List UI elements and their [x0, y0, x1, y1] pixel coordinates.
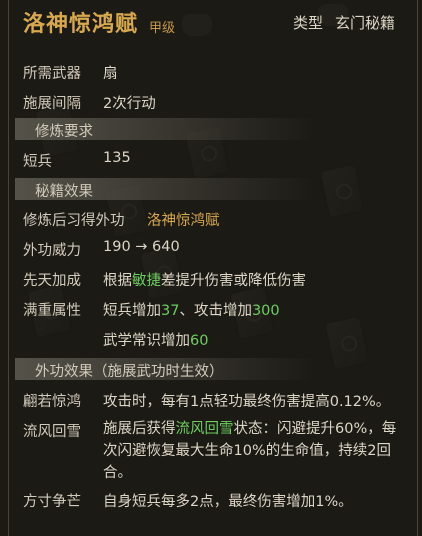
item-name: 洛神惊鸿赋	[23, 12, 139, 37]
learn-label: 修炼后习得外功	[23, 213, 125, 229]
full-2-pre: 武学常识增加	[103, 333, 190, 349]
bonus-stat: 敏捷	[132, 273, 161, 289]
weapon-label: 所需武器	[23, 66, 81, 82]
power-label: 外功威力	[23, 243, 81, 259]
section-effects-title: 秘籍效果	[35, 184, 93, 200]
section-requirements: 修炼要求	[15, 118, 315, 140]
power-value: 190 → 640	[103, 239, 180, 255]
type-value: 玄门秘籍	[335, 14, 396, 32]
section-requirements-title: 修炼要求	[35, 124, 93, 140]
full-1-mid: 、攻击增加	[179, 303, 252, 319]
effect-2-name: 流风回雪	[175, 421, 234, 437]
type-label: 类型	[293, 14, 324, 32]
full-line-2: 武学常识增加60	[103, 329, 208, 350]
learn-value: 洛神惊鸿赋	[147, 213, 220, 229]
item-grade: 甲级	[149, 21, 176, 36]
effect-3-text: 自身短兵每多2点，最终伤害增加1%。	[103, 494, 353, 510]
section-effects: 秘籍效果	[15, 178, 315, 200]
requirement-label: 短兵	[23, 154, 52, 170]
bonus-label: 先天加成	[23, 273, 81, 289]
bonus-post: 差提升伤害或降低伤害	[161, 273, 306, 289]
effect-1-text: 攻击时，每有1点轻功最终伤害提高0.12%。	[103, 394, 391, 410]
bonus-text: 根据敏捷差提升伤害或降低伤害	[103, 269, 306, 290]
item-tooltip: 洛神惊鸿赋 甲级 类型 玄门秘籍 所需武器 扇 施展间隔 2次行动 修炼要求 短…	[8, 0, 418, 536]
effect-2-label: 流风回雪	[23, 424, 81, 440]
bonus-pre: 根据	[103, 273, 132, 289]
full-label: 满重属性	[23, 303, 81, 319]
full-1-num: 37	[161, 303, 180, 319]
interval-value: 2次行动	[103, 96, 156, 112]
requirement-value: 135	[103, 150, 131, 166]
full-1-pre: 短兵增加	[103, 303, 161, 319]
effect-2-pre: 施展后获得	[103, 421, 176, 437]
section-outer: 外功效果（施展武功时生效）	[15, 358, 315, 380]
effect-2-text: 施展后获得流风回雪状态：闪避提升60%，每次闪避恢复最大生命10%的生命值，持续…	[103, 418, 403, 484]
full-line-1: 短兵增加37、攻击增加300	[103, 299, 280, 320]
effect-1-label: 翩若惊鸿	[23, 394, 81, 410]
section-outer-title: 外功效果（施展武功时生效）	[35, 364, 224, 380]
weapon-value: 扇	[103, 66, 118, 82]
full-1-num2: 300	[251, 303, 280, 319]
interval-label: 施展间隔	[23, 96, 81, 112]
full-2-num: 60	[190, 333, 209, 349]
effect-3-label: 方寸争芒	[23, 494, 81, 510]
